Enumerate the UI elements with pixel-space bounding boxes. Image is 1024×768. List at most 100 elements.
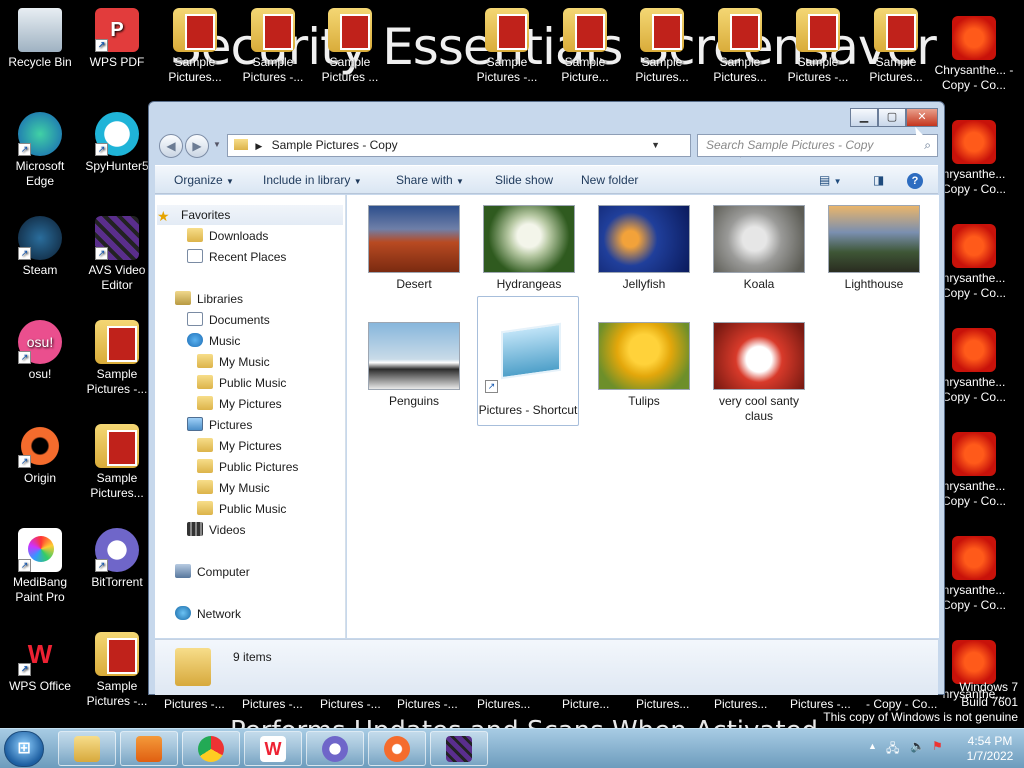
taskbar-wps[interactable]: W xyxy=(244,731,302,766)
desktop-icon-top-9[interactable]: Sample Pictures... xyxy=(856,8,936,88)
file-item[interactable]: Tulips xyxy=(593,322,695,409)
desktop-icon-steam[interactable]: ↗ Steam xyxy=(0,216,80,278)
file-item[interactable]: Jellyfish xyxy=(593,205,695,292)
show-hidden-icons-icon[interactable]: ▲ xyxy=(868,741,877,751)
back-button[interactable]: ◀ xyxy=(159,134,183,158)
forward-button[interactable]: ▶ xyxy=(185,134,209,158)
desktop-icon-chrysanthemum-2[interactable]: hrysanthe... Copy - Co... xyxy=(934,120,1014,197)
nav-label: Videos xyxy=(209,523,246,537)
desktop-icon-osu[interactable]: osu! ↗ osu! xyxy=(0,320,80,382)
file-item[interactable]: Desert xyxy=(363,205,465,292)
nav-downloads[interactable]: Downloads xyxy=(187,226,268,246)
nav-pictures-public-music[interactable]: Public Music xyxy=(197,499,286,519)
desktop-icon-wps-office[interactable]: W ↗ WPS Office xyxy=(0,632,80,694)
taskbar-explorer[interactable] xyxy=(58,731,116,766)
desktop-icon-top-8[interactable]: Sample Pictures -... xyxy=(778,8,858,88)
desktop-icon-top-5[interactable]: Sample Picture... xyxy=(545,8,625,88)
organize-button[interactable]: Organize ▼ xyxy=(174,166,234,195)
address-bar[interactable]: ▶ Sample Pictures - Copy ▼ ⇆ xyxy=(227,134,758,158)
clock[interactable]: 4:54 PM 1/7/2022 xyxy=(962,734,1018,764)
nav-recent-places[interactable]: Recent Places xyxy=(187,247,286,267)
desktop-icon-sample-pictures-1[interactable]: Sample Pictures -... xyxy=(77,320,157,397)
start-button[interactable]: ⊞ xyxy=(4,731,44,767)
folder-icon xyxy=(328,8,372,52)
volume-icon[interactable]: 🔈 xyxy=(910,739,925,753)
desktop-icon-top-1[interactable]: Sample Pictures... xyxy=(155,8,235,88)
desktop-icon-origin[interactable]: ↗ Origin xyxy=(0,424,80,486)
new-folder-button[interactable]: New folder xyxy=(581,166,638,195)
nav-pictures-my-pictures[interactable]: My Pictures xyxy=(197,436,282,456)
taskbar-chrome[interactable] xyxy=(182,731,240,766)
desktop-icon-chrysanthemum-4[interactable]: hrysanthe... Copy - Co... xyxy=(934,328,1014,405)
breadcrumb-arrow-icon[interactable]: ▶ xyxy=(255,141,262,151)
recent-pages-dropdown[interactable]: ▼ xyxy=(213,140,221,149)
desktop-icon-wps-pdf[interactable]: P ↗ WPS PDF xyxy=(77,8,157,70)
shortcut-icon: ↗ xyxy=(481,309,575,397)
nav-libraries[interactable]: Libraries xyxy=(175,289,243,309)
nav-music[interactable]: Music xyxy=(187,331,240,351)
address-dropdown-icon[interactable]: ▼ xyxy=(651,135,660,156)
desktop-icon-microsoft-edge[interactable]: ↗ Microsoft Edge xyxy=(0,112,80,189)
shortcut-arrow-icon: ↗ xyxy=(18,143,31,156)
file-item[interactable]: Penguins xyxy=(363,322,465,409)
nav-favorites[interactable]: ★ Favorites xyxy=(157,205,343,225)
desktop-icon-top-3[interactable]: Sample Pictures ... xyxy=(310,8,390,88)
file-item[interactable]: Lighthouse xyxy=(823,205,925,292)
slide-show-button[interactable]: Slide show xyxy=(495,166,553,195)
file-item[interactable]: very cool santy claus xyxy=(708,322,810,424)
change-view-button[interactable]: ▤ ▼ xyxy=(819,166,842,195)
nav-pictures[interactable]: Pictures xyxy=(187,415,252,435)
search-input[interactable]: Search Sample Pictures - Copy ⌕ xyxy=(697,134,938,157)
preview-pane-button[interactable]: ◨ xyxy=(873,166,884,195)
desktop-icon-top-4[interactable]: Sample Pictures -... xyxy=(467,8,547,88)
desktop-icon-label: Sample Pictures ... xyxy=(321,55,379,84)
file-item[interactable]: Hydrangeas xyxy=(478,205,580,292)
desktop-icon-top-7[interactable]: Sample Pictures... xyxy=(700,8,780,88)
desktop-icon-label: AVS Video Editor xyxy=(88,263,146,292)
desktop-icon-spyhunter[interactable]: ↗ SpyHunter5 xyxy=(77,112,157,174)
taskbar-media-player[interactable] xyxy=(120,731,178,766)
desktop-icon-top-6[interactable]: Sample Pictures... xyxy=(622,8,702,88)
desktop-icon-sample-pictures-2[interactable]: Sample Pictures... xyxy=(77,424,157,501)
desktop-icon-label: BitTorrent xyxy=(91,575,143,589)
share-with-button[interactable]: Share with ▼ xyxy=(396,166,464,195)
shortcut-arrow-icon: ↗ xyxy=(18,247,31,260)
action-center-icon[interactable]: ⚑ xyxy=(932,739,943,753)
nav-network[interactable]: Network xyxy=(175,604,241,624)
include-in-library-button[interactable]: Include in library ▼ xyxy=(263,166,362,195)
desktop-icon-bittorrent[interactable]: ↗ BitTorrent xyxy=(77,528,157,590)
desktop-icon-medibang[interactable]: ↗ MediBang Paint Pro xyxy=(0,528,80,605)
file-item-selected[interactable]: ↗ Pictures - Shortcut xyxy=(477,296,579,426)
taskbar-origin[interactable] xyxy=(368,731,426,766)
nav-my-pictures[interactable]: My Pictures xyxy=(197,394,282,414)
nav-public-music[interactable]: Public Music xyxy=(197,373,286,393)
desktop-icon-label: osu! xyxy=(28,367,52,381)
nav-documents[interactable]: Documents xyxy=(187,310,270,330)
help-button[interactable]: ? xyxy=(907,166,923,195)
desktop-icon-chrysanthemum-5[interactable]: hrysanthe... Copy - Co... xyxy=(934,432,1014,509)
desktop-icon-chrysanthemum-6[interactable]: hrysanthe... Copy - Co... xyxy=(934,536,1014,613)
nav-videos[interactable]: Videos xyxy=(187,520,245,540)
desktop-icon-avs[interactable]: ↗ AVS Video Editor xyxy=(77,216,157,293)
nav-computer[interactable]: Computer xyxy=(175,562,250,582)
network-tray-icon[interactable]: 🖧 xyxy=(886,739,899,760)
breadcrumb-current[interactable]: Sample Pictures - Copy xyxy=(272,138,398,152)
nav-my-music[interactable]: My Music xyxy=(197,352,270,372)
desktop-icon-chrysanthemum-3[interactable]: hrysanthe... Copy - Co... xyxy=(934,224,1014,301)
shortcut-arrow-icon: ↗ xyxy=(95,39,108,52)
desktop-icon-label: Sample Pictures... xyxy=(869,55,923,84)
taskbar-bittorrent[interactable] xyxy=(306,731,364,766)
taskbar-avs[interactable] xyxy=(430,731,488,766)
nav-pictures-my-music[interactable]: My Music xyxy=(197,478,270,498)
nav-pictures-public-pictures[interactable]: Public Pictures xyxy=(197,457,298,477)
maximize-button[interactable]: ▢ xyxy=(878,108,906,127)
minimize-button[interactable]: ▁ xyxy=(850,108,878,127)
desktop-icon-chrysanthemum-1[interactable]: Chrysanthe... - Copy - Co... xyxy=(934,16,1014,93)
desktop-icon-recycle-bin[interactable]: Recycle Bin xyxy=(0,8,80,70)
close-button[interactable]: ✕ xyxy=(906,108,938,127)
file-item[interactable]: Koala xyxy=(708,205,810,292)
folder-icon xyxy=(95,632,139,676)
desktop-icon-sample-pictures-3[interactable]: Sample Pictures -... xyxy=(77,632,157,709)
desktop-icon-label: Steam xyxy=(22,263,58,277)
desktop-icon-top-2[interactable]: Sample Pictures -... xyxy=(233,8,313,88)
